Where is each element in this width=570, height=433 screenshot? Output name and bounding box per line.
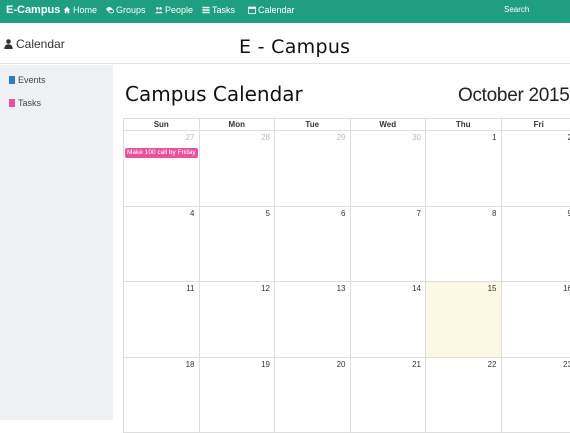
nav-home-label: Home <box>73 5 97 15</box>
day-cell[interactable]: 30 <box>350 131 426 206</box>
day-number: 22 <box>488 360 497 369</box>
day-number: 8 <box>492 209 496 218</box>
legend-events-label: Events <box>18 75 46 85</box>
legend-tasks-label: Tasks <box>18 98 41 108</box>
day-cell[interactable]: 5 <box>199 207 275 282</box>
dow-fri: Fri <box>501 119 570 130</box>
day-cell[interactable]: 7 <box>350 207 426 282</box>
day-number: 11 <box>186 284 194 293</box>
app-title: E - Campus <box>239 36 350 58</box>
day-cell[interactable]: 12 <box>199 282 275 357</box>
nav-groups[interactable]: Groups <box>106 5 146 15</box>
user-icon <box>4 39 13 49</box>
calendar-icon <box>248 6 256 14</box>
day-number: 21 <box>412 360 421 369</box>
calendar-grid: Sun Mon Tue Wed Thu Fri 27 Make 100 call… <box>123 118 570 433</box>
day-number: 19 <box>261 360 270 369</box>
day-number: 23 <box>563 360 570 369</box>
day-number: 14 <box>412 284 421 293</box>
search-link[interactable]: Search <box>504 5 529 14</box>
day-cell[interactable]: 21 <box>350 358 426 433</box>
week-row: 11 12 13 14 15 16 <box>123 282 570 358</box>
dow-wed: Wed <box>350 119 426 130</box>
day-cell[interactable]: 28 <box>199 131 275 206</box>
dow-mon: Mon <box>199 119 275 130</box>
nav-people[interactable]: People <box>155 5 193 15</box>
day-number: 27 <box>186 133 195 142</box>
page-header: Calendar E - Campus <box>0 23 570 64</box>
day-number: 5 <box>266 209 270 218</box>
day-number: 28 <box>261 133 270 142</box>
calendar-panel: Campus Calendar October 2015 Sun Mon Tue… <box>113 70 570 420</box>
day-number: 30 <box>412 133 421 142</box>
calendar-title: Campus Calendar <box>125 82 303 106</box>
nav-home[interactable]: Home <box>63 5 97 15</box>
day-number: 1 <box>492 133 496 142</box>
calendar-month: October 2015 <box>458 85 570 107</box>
legend-events[interactable]: Events <box>9 75 46 85</box>
top-navbar: E-Campus Home Groups People Tasks Calend… <box>0 0 570 23</box>
day-cell[interactable]: 29 <box>274 131 350 206</box>
day-cell[interactable]: 27 Make 100 call by Friday <box>123 131 199 206</box>
section-title-label: Calendar <box>16 37 65 51</box>
task-event[interactable]: Make 100 call by Friday <box>125 148 198 158</box>
day-cell[interactable]: 19 <box>199 358 275 433</box>
week-row: 18 19 20 21 22 23 <box>123 358 570 433</box>
section-title: Calendar <box>4 37 65 51</box>
day-cell[interactable]: 16 <box>501 282 570 357</box>
groups-icon <box>106 6 114 14</box>
day-number: 29 <box>337 133 346 142</box>
day-number: 13 <box>337 284 346 293</box>
day-number: 7 <box>417 209 421 218</box>
day-cell[interactable]: 11 <box>123 282 199 357</box>
tasks-swatch <box>9 99 15 107</box>
tasks-icon <box>202 6 210 14</box>
day-cell[interactable]: 6 <box>274 207 350 282</box>
events-swatch <box>9 76 15 84</box>
dow-thu: Thu <box>425 119 501 130</box>
day-number: 4 <box>190 209 194 218</box>
day-cell[interactable]: 23 <box>501 358 570 433</box>
nav-tasks[interactable]: Tasks <box>202 5 235 15</box>
week-row: 27 Make 100 call by Friday 28 29 30 1 2 <box>123 131 570 207</box>
legend-tasks[interactable]: Tasks <box>9 98 41 108</box>
day-cell[interactable]: 1 <box>425 131 501 206</box>
nav-groups-label: Groups <box>116 5 146 15</box>
sidebar: Events Tasks <box>0 65 113 420</box>
day-number: 6 <box>341 209 345 218</box>
day-of-week-header: Sun Mon Tue Wed Thu Fri <box>123 118 570 131</box>
day-number: 16 <box>563 284 570 293</box>
day-cell[interactable]: 18 <box>123 358 199 433</box>
day-cell[interactable]: 2 <box>501 131 570 206</box>
day-number: 15 <box>488 284 497 293</box>
nav-people-label: People <box>165 5 193 15</box>
home-icon <box>63 6 71 14</box>
day-cell[interactable]: 14 <box>350 282 426 357</box>
day-cell[interactable]: 22 <box>425 358 501 433</box>
day-cell[interactable]: 20 <box>274 358 350 433</box>
dow-sun: Sun <box>123 119 199 130</box>
day-cell[interactable]: 4 <box>123 207 199 282</box>
day-cell[interactable]: 9 <box>501 207 570 282</box>
brand-logo[interactable]: E-Campus <box>6 4 60 16</box>
nav-calendar-label: Calendar <box>258 5 295 15</box>
day-number: 12 <box>261 284 270 293</box>
people-icon <box>155 6 163 14</box>
dow-tue: Tue <box>274 119 350 130</box>
day-cell[interactable]: 13 <box>274 282 350 357</box>
week-row: 4 5 6 7 8 9 <box>123 207 570 283</box>
nav-calendar[interactable]: Calendar <box>248 5 295 15</box>
day-cell-today[interactable]: 15 <box>425 282 501 357</box>
nav-tasks-label: Tasks <box>212 5 235 15</box>
day-number: 18 <box>186 360 195 369</box>
day-number: 20 <box>337 360 346 369</box>
day-cell[interactable]: 8 <box>425 207 501 282</box>
